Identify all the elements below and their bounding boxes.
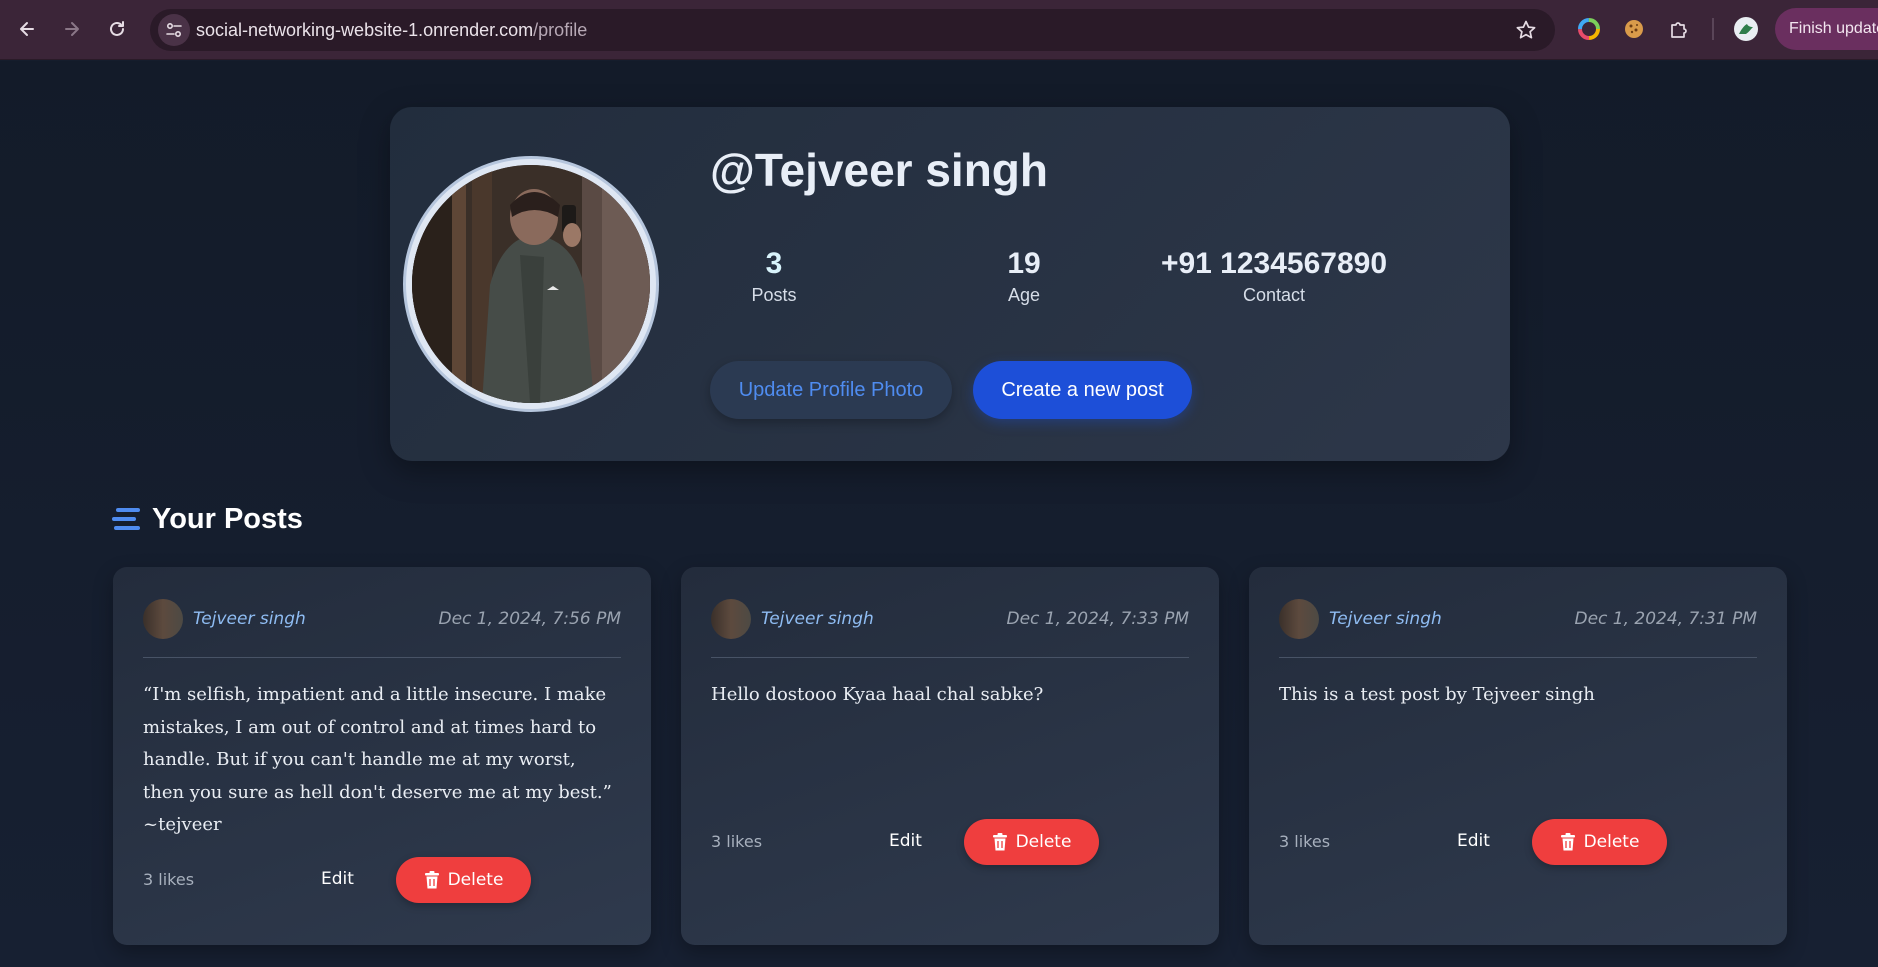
stat-contact-value: +91 1234567890 [1160, 247, 1388, 280]
post-footer: 3 likes Edit Delete [143, 857, 621, 903]
post-likes: 3 likes [143, 870, 195, 889]
post-card: Tejveer singh Dec 1, 2024, 7:33 PM Hello… [681, 567, 1219, 945]
extensions-puzzle-icon[interactable] [1665, 15, 1693, 43]
delete-post-button[interactable]: Delete [1532, 819, 1667, 865]
url-host: social-networking-website-1.onrender.com [196, 20, 534, 40]
stat-posts-value: 3 [765, 247, 783, 280]
profile-page: @Tejveer singh 3 Posts 19 Age +91 123456… [0, 61, 1878, 967]
site-settings-icon[interactable] [158, 14, 190, 46]
menu-bars-icon [112, 508, 140, 530]
stat-contact-label: Contact [1242, 285, 1306, 305]
trash-icon [1560, 833, 1575, 851]
post-author[interactable]: Tejveer singh [1329, 609, 1442, 629]
stat-posts: 3 Posts [649, 247, 899, 306]
post-header: Tejveer singh Dec 1, 2024, 7:56 PM [143, 599, 621, 639]
post-likes: 3 likes [1279, 832, 1331, 851]
profile-avatar-icon[interactable] [1732, 15, 1760, 43]
toolbar-divider [1712, 18, 1714, 40]
post-author[interactable]: Tejveer singh [761, 609, 874, 629]
stat-age-label: Age [1007, 285, 1041, 305]
post-timestamp: Dec 1, 2024, 7:31 PM [1574, 609, 1758, 629]
your-posts-heading: Your Posts [112, 499, 303, 539]
color-wheel-extension-icon[interactable] [1575, 15, 1603, 43]
delete-label: Delete [447, 870, 504, 890]
post-content: Hello dostooo Kyaa haal chal sabke? [711, 684, 1044, 705]
post-content: “I'm selfish, impatient and a little ins… [143, 684, 612, 835]
back-button[interactable] [9, 11, 45, 47]
post-footer: 3 likes Edit Delete [1279, 819, 1757, 865]
edit-post-button[interactable]: Edit [321, 869, 354, 889]
post-likes: 3 likes [711, 832, 763, 851]
profile-card: @Tejveer singh 3 Posts 19 Age +91 123456… [390, 107, 1510, 461]
stat-age-value: 19 [1007, 247, 1041, 280]
create-post-button[interactable]: Create a new post [973, 361, 1192, 419]
post-timestamp: Dec 1, 2024, 7:56 PM [438, 609, 622, 629]
post-divider [143, 657, 621, 658]
trash-icon [424, 871, 439, 889]
forward-button[interactable] [54, 11, 90, 47]
bookmark-star-icon[interactable] [1515, 19, 1537, 41]
post-author[interactable]: Tejveer singh [193, 609, 306, 629]
reload-icon [110, 21, 124, 36]
profile-avatar [406, 159, 656, 409]
update-profile-photo-button[interactable]: Update Profile Photo [710, 361, 952, 419]
browser-toolbar: social-networking-website-1.onrender.com… [0, 0, 1878, 60]
back-icon [20, 22, 34, 36]
profile-photo [412, 165, 650, 403]
trash-icon [992, 833, 1007, 851]
forward-icon [65, 22, 79, 36]
delete-post-button[interactable]: Delete [964, 819, 1099, 865]
post-card: Tejveer singh Dec 1, 2024, 7:56 PM “I'm … [113, 567, 651, 945]
post-content: This is a test post by Tejveer singh [1279, 684, 1595, 705]
post-header: Tejveer singh Dec 1, 2024, 7:31 PM [1279, 599, 1757, 639]
post-header: Tejveer singh Dec 1, 2024, 7:33 PM [711, 599, 1189, 639]
post-author-avatar [711, 599, 751, 639]
address-bar[interactable]: social-networking-website-1.onrender.com… [150, 9, 1555, 51]
finish-update-button[interactable]: Finish update [1775, 8, 1878, 50]
url-path: /profile [533, 20, 588, 40]
post-timestamp: Dec 1, 2024, 7:33 PM [1006, 609, 1190, 629]
edit-post-button[interactable]: Edit [889, 831, 922, 851]
stat-age: 19 Age [899, 247, 1149, 306]
stat-posts-label: Posts [751, 285, 797, 305]
profile-username: @Tejveer singh [710, 144, 1048, 196]
post-divider [1279, 657, 1757, 658]
post-author-avatar [143, 599, 183, 639]
post-divider [711, 657, 1189, 658]
post-footer: 3 likes Edit Delete [711, 819, 1189, 865]
delete-post-button[interactable]: Delete [396, 857, 531, 903]
post-author-avatar [1279, 599, 1319, 639]
edit-post-button[interactable]: Edit [1457, 831, 1490, 851]
cookie-extension-icon[interactable] [1620, 15, 1648, 43]
your-posts-title: Your Posts [152, 502, 303, 535]
url-text: social-networking-website-1.onrender.com… [196, 20, 587, 41]
delete-label: Delete [1015, 832, 1072, 852]
reload-button[interactable] [99, 11, 135, 47]
delete-label: Delete [1583, 832, 1640, 852]
post-card: Tejveer singh Dec 1, 2024, 7:31 PM This … [1249, 567, 1787, 945]
stat-contact: +91 1234567890 Contact [1149, 247, 1399, 306]
